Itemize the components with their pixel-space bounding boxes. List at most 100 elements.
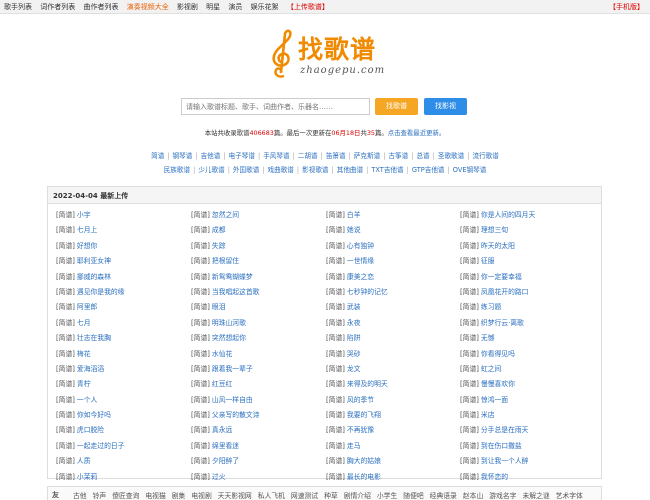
upload-title-link[interactable]: 山风一样自由 <box>212 396 253 404</box>
score-type-tag[interactable]: [简谱] <box>191 380 210 388</box>
upload-title-link[interactable]: 小宇 <box>77 211 91 219</box>
upload-title-link[interactable]: 新鸳鸯蝴蝶梦 <box>212 273 253 281</box>
upload-item[interactable]: [简谱] 昨天的太阳 <box>460 242 595 257</box>
upload-title-link[interactable]: 她说 <box>347 226 361 234</box>
upload-title-link[interactable]: 走马 <box>347 442 361 450</box>
upload-item[interactable]: [简谱] 织梦行云·离歌 <box>460 319 595 334</box>
upload-title-link[interactable]: 壮志在我胸 <box>77 334 111 342</box>
nav-composers[interactable]: 曲作者列表 <box>83 3 118 11</box>
upload-item[interactable]: [简谱] 凤凰花开的路口 <box>460 288 595 303</box>
score-type-tag[interactable]: [简谱] <box>460 442 479 450</box>
upload-item[interactable]: [简谱] 眼泪 <box>191 303 326 318</box>
upload-title-link[interactable]: 成都 <box>212 226 226 234</box>
upload-title-link[interactable]: 到让我一个人醉 <box>481 457 529 465</box>
category-link[interactable]: 总谱 <box>416 152 429 160</box>
upload-item[interactable]: [简谱] 虹之间 <box>460 365 595 380</box>
upload-title-link[interactable]: 一世情缘 <box>347 257 374 265</box>
category-link[interactable]: 钢琴谱 <box>173 152 193 160</box>
score-type-tag[interactable]: [简谱] <box>56 411 75 419</box>
nav-stars[interactable]: 明星 <box>206 3 220 11</box>
score-type-tag[interactable]: [简谱] <box>326 319 345 327</box>
score-type-tag[interactable]: [简谱] <box>460 334 479 342</box>
upload-item[interactable]: [简谱] 遇见你是我的缘 <box>56 288 191 303</box>
score-type-tag[interactable]: [简谱] <box>326 288 345 296</box>
upload-title-link[interactable]: 来得及的明天 <box>347 380 388 388</box>
upload-title-link[interactable]: 惊鸿一面 <box>481 396 508 404</box>
upload-title-link[interactable]: 到在伤口撒盐 <box>481 442 522 450</box>
score-type-tag[interactable]: [简谱] <box>460 365 479 373</box>
category-link[interactable]: 民族歌谱 <box>164 166 190 174</box>
upload-item[interactable]: [简谱] 无憾 <box>460 334 595 349</box>
upload-title-link[interactable]: 你如今好吗 <box>77 411 111 419</box>
upload-title-link[interactable]: 阿里郎 <box>77 303 97 311</box>
upload-title-link[interactable]: 真永远 <box>212 426 232 434</box>
score-type-tag[interactable]: [简谱] <box>56 288 75 296</box>
category-link[interactable]: 流行歌谱 <box>472 152 498 160</box>
upload-title-link[interactable]: 陷阱 <box>347 334 361 342</box>
score-type-tag[interactable]: [简谱] <box>460 473 479 481</box>
upload-title-link[interactable]: 忽然之间 <box>212 211 239 219</box>
upload-title-link[interactable]: 永夜 <box>347 319 361 327</box>
upload-item[interactable]: [简谱] 夕阳醉了 <box>191 457 326 472</box>
score-type-tag[interactable]: [简谱] <box>191 411 210 419</box>
upload-title-link[interactable]: 不再犹豫 <box>347 426 374 434</box>
upload-item[interactable]: [简谱] 把根留住 <box>191 257 326 272</box>
search-score-button[interactable]: 找歌谱 <box>375 98 418 115</box>
score-type-tag[interactable]: [简谱] <box>326 442 345 450</box>
upload-item[interactable]: [简谱] 你是人间的四月天 <box>460 211 595 226</box>
score-type-tag[interactable]: [简谱] <box>56 380 75 388</box>
site-logo[interactable]: 找歌谱 zhaogepu.com <box>268 28 384 80</box>
friend-link[interactable]: 电视猫 <box>145 492 165 500</box>
upload-item[interactable]: [简谱] 心有独钟 <box>326 242 461 257</box>
upload-title-link[interactable]: 我要的飞翔 <box>347 411 381 419</box>
score-type-tag[interactable]: [简谱] <box>326 334 345 342</box>
score-type-tag[interactable]: [简谱] <box>191 365 210 373</box>
upload-title-link[interactable]: 绵里看迷 <box>212 442 239 450</box>
score-type-tag[interactable]: [简谱] <box>56 257 75 265</box>
upload-item[interactable]: [简谱] 青柠 <box>56 380 191 395</box>
upload-item[interactable]: [简谱] 征服 <box>460 257 595 272</box>
upload-title-link[interactable]: 我怀恋的 <box>481 473 508 481</box>
upload-title-link[interactable]: 耶利亚女神 <box>77 257 111 265</box>
score-type-tag[interactable]: [简谱] <box>191 350 210 358</box>
upload-item[interactable]: [简谱] 胸大的姑娘 <box>326 457 461 472</box>
score-type-tag[interactable]: [简谱] <box>460 411 479 419</box>
upload-title-link[interactable]: 挪威的森林 <box>77 273 111 281</box>
upload-title-link[interactable]: 理想三旬 <box>481 226 508 234</box>
nav-entertainment[interactable]: 娱乐花絮 <box>251 3 279 11</box>
score-type-tag[interactable]: [简谱] <box>326 473 345 481</box>
category-link[interactable]: 吉他谱 <box>201 152 221 160</box>
score-type-tag[interactable]: [简谱] <box>326 396 345 404</box>
upload-item[interactable]: [简谱] 耶利亚女神 <box>56 257 191 272</box>
friend-link[interactable]: 种草 <box>324 492 338 500</box>
upload-title-link[interactable]: 明珠山河歌 <box>212 319 246 327</box>
score-type-tag[interactable]: [简谱] <box>460 350 479 358</box>
score-type-tag[interactable]: [简谱] <box>56 273 75 281</box>
upload-title-link[interactable]: 一起走过的日子 <box>77 442 125 450</box>
category-link[interactable]: 少儿歌谱 <box>198 166 224 174</box>
upload-item[interactable]: [简谱] 理想三旬 <box>460 226 595 241</box>
category-link[interactable]: 二胡谱 <box>298 152 318 160</box>
friend-link[interactable]: 剧集 <box>172 492 186 500</box>
upload-title-link[interactable]: 人质 <box>77 457 91 465</box>
upload-title-link[interactable]: 米店 <box>481 411 495 419</box>
score-type-tag[interactable]: [简谱] <box>326 257 345 265</box>
upload-item[interactable]: [简谱] 你一定要幸福 <box>460 273 595 288</box>
upload-item[interactable]: [简谱] 陷阱 <box>326 334 461 349</box>
upload-title-link[interactable]: 你看得见吗 <box>481 350 515 358</box>
upload-title-link[interactable]: 青柠 <box>77 380 91 388</box>
upload-title-link[interactable]: 最长的电影 <box>347 473 381 481</box>
upload-title-link[interactable]: 你一定要幸福 <box>481 273 522 281</box>
upload-title-link[interactable]: 七月上 <box>77 226 97 234</box>
upload-title-link[interactable]: 把根留住 <box>212 257 239 265</box>
upload-item[interactable]: [简谱] 阿里郎 <box>56 303 191 318</box>
friend-link[interactable]: 傻匠查询 <box>112 492 139 500</box>
upload-item[interactable]: [简谱] 水仙花 <box>191 350 326 365</box>
upload-title-link[interactable]: 小茉莉 <box>77 473 97 481</box>
score-type-tag[interactable]: [简谱] <box>460 211 479 219</box>
upload-title-link[interactable]: 哭砂 <box>347 350 361 358</box>
upload-title-link[interactable]: 分手总是在雨天 <box>481 426 529 434</box>
upload-item[interactable]: [简谱] 一世情缘 <box>326 257 461 272</box>
upload-item[interactable]: [简谱] 你如今好吗 <box>56 411 191 426</box>
upload-item[interactable]: [简谱] 突然想起你 <box>191 334 326 349</box>
